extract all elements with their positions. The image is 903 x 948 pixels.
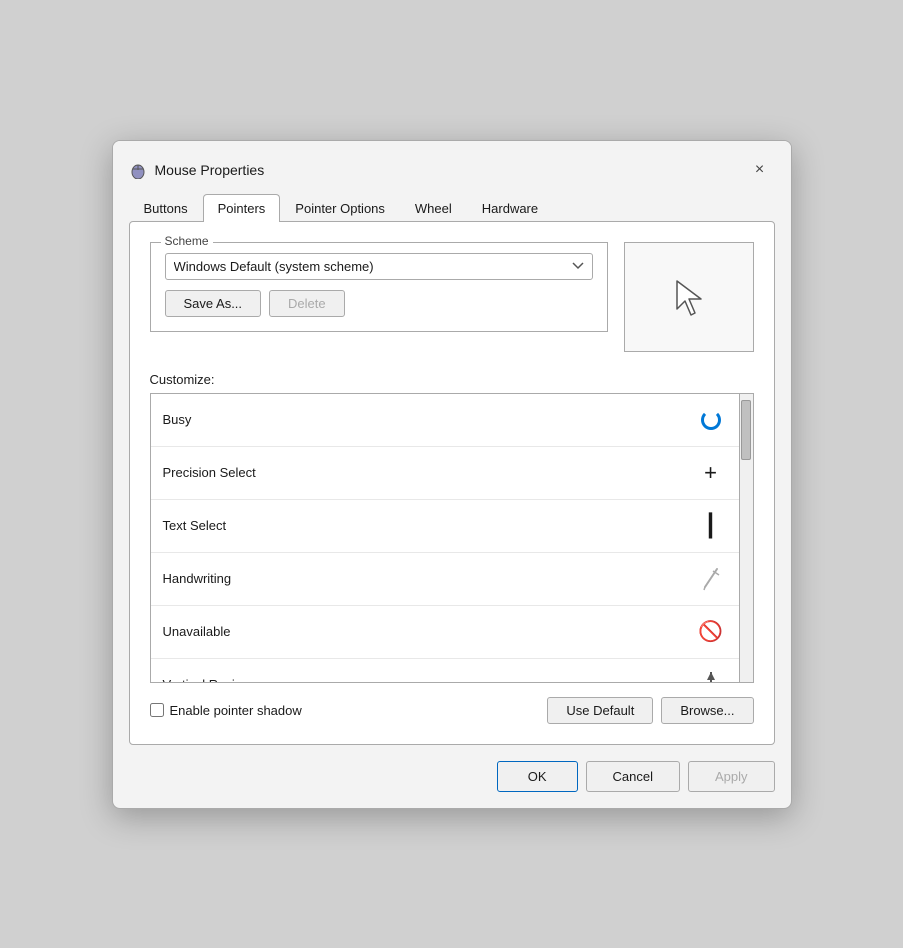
pointer-shadow-text: Enable pointer shadow (170, 703, 302, 718)
list-item[interactable]: Handwriting (151, 553, 739, 606)
busy-cursor-icon (695, 404, 727, 436)
use-default-button[interactable]: Use Default (547, 697, 653, 724)
tabs-bar: Buttons Pointers Pointer Options Wheel H… (113, 185, 791, 221)
list-item[interactable]: Precision Select + (151, 447, 739, 500)
list-item[interactable]: Vertical Resize (151, 659, 739, 683)
content-area: Scheme Windows Default (system scheme) S… (129, 221, 775, 745)
scheme-left: Scheme Windows Default (system scheme) S… (150, 242, 608, 348)
list-item-label: Precision Select (163, 465, 256, 480)
bottom-options: Enable pointer shadow Use Default Browse… (150, 697, 754, 724)
list-item[interactable]: Busy (151, 394, 739, 447)
apply-button[interactable]: Apply (688, 761, 775, 792)
unavailable-cursor-icon: 🚫 (695, 616, 727, 648)
mouse-icon (129, 161, 147, 179)
tab-wheel[interactable]: Wheel (400, 194, 467, 222)
tab-pointers[interactable]: Pointers (203, 194, 281, 222)
list-item[interactable]: Text Select ┃ (151, 500, 739, 553)
scheme-preview (624, 242, 754, 352)
list-item-label: Unavailable (163, 624, 231, 639)
title-bar: Mouse Properties × (113, 141, 791, 185)
dialog-title: Mouse Properties (155, 162, 265, 178)
list-item[interactable]: Unavailable 🚫 (151, 606, 739, 659)
scheme-section: Scheme Windows Default (system scheme) S… (150, 242, 754, 352)
preview-cursor-icon (671, 277, 707, 317)
pointer-shadow-label[interactable]: Enable pointer shadow (150, 703, 302, 718)
precision-cursor-icon: + (695, 457, 727, 489)
save-as-button[interactable]: Save As... (165, 290, 262, 317)
list-item-label: Busy (163, 412, 192, 427)
close-button[interactable]: × (745, 155, 775, 185)
cancel-button[interactable]: Cancel (586, 761, 680, 792)
bottom-action-buttons: Use Default Browse... (547, 697, 753, 724)
tab-pointer-options[interactable]: Pointer Options (280, 194, 400, 222)
list-scrollbar[interactable] (740, 393, 754, 683)
text-cursor-icon: ┃ (695, 510, 727, 542)
customize-label: Customize: (150, 372, 754, 387)
scheme-groupbox: Scheme Windows Default (system scheme) S… (150, 242, 608, 332)
list-item-label: Vertical Resize (163, 677, 249, 683)
delete-button[interactable]: Delete (269, 290, 345, 317)
list-item-label: Text Select (163, 518, 227, 533)
customize-list: Busy Precision Select + Text Select (150, 393, 740, 683)
tab-hardware[interactable]: Hardware (467, 194, 553, 222)
scheme-dropdown[interactable]: Windows Default (system scheme) (165, 253, 593, 280)
list-item-label: Handwriting (163, 571, 232, 586)
title-bar-left: Mouse Properties (129, 161, 265, 179)
ok-button[interactable]: OK (497, 761, 578, 792)
tab-buttons[interactable]: Buttons (129, 194, 203, 222)
browse-button[interactable]: Browse... (661, 697, 753, 724)
pointer-shadow-checkbox[interactable] (150, 703, 164, 717)
scheme-label: Scheme (161, 234, 213, 248)
handwriting-cursor-icon (695, 563, 727, 595)
dialog-footer: OK Cancel Apply (113, 745, 791, 808)
customize-list-container: Busy Precision Select + Text Select (150, 393, 754, 683)
scheme-buttons: Save As... Delete (165, 290, 593, 317)
vresize-cursor-icon (695, 669, 727, 683)
scrollbar-thumb (741, 400, 751, 460)
mouse-properties-dialog: Mouse Properties × Buttons Pointers Poin… (112, 140, 792, 809)
